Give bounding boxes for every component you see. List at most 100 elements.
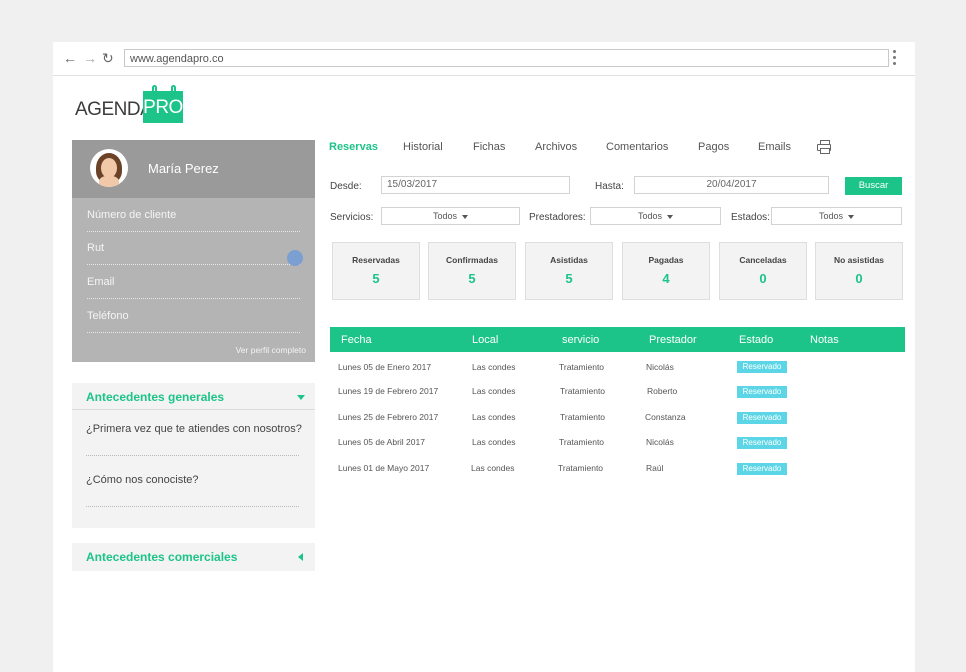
- cell-prestador: Nicolás: [646, 437, 674, 447]
- accordion-commercial-title[interactable]: Antecedentes comerciales: [86, 550, 237, 564]
- profile-header: María Perez: [72, 140, 315, 198]
- stat-value: 0: [855, 271, 863, 286]
- accordion-general-title[interactable]: Antecedentes generales: [86, 390, 224, 404]
- hasta-date-input[interactable]: 20/04/2017: [634, 176, 829, 194]
- cell-fecha: Lunes 01 de Mayo 2017: [338, 463, 430, 473]
- hasta-label: Hasta:: [595, 181, 624, 192]
- cell-local: Las condes: [472, 412, 516, 422]
- status-badge: Reservado: [737, 386, 787, 398]
- tab-historial[interactable]: Historial: [403, 141, 443, 153]
- stat-card-asistidas: Asistidas 5: [525, 242, 613, 300]
- stat-label: Reservadas: [352, 255, 400, 265]
- profile-field-rut: Rut: [87, 242, 300, 265]
- status-badge: Reservado: [737, 463, 787, 475]
- stat-label: Confirmadas: [446, 255, 498, 265]
- profile-details: Número de cliente Rut Email Teléfono Ver…: [72, 198, 315, 362]
- cell-fecha: Lunes 19 de Febrero 2017: [338, 386, 439, 396]
- reload-icon[interactable]: ↻: [102, 49, 114, 67]
- cell-servicio: Tratamiento: [559, 362, 605, 372]
- profile-field-client-number: Número de cliente: [87, 209, 300, 232]
- column-header-estado[interactable]: Estado: [739, 334, 773, 346]
- stat-card-confirmadas: Confirmadas 5: [428, 242, 516, 300]
- desde-date-input[interactable]: 15/03/2017: [381, 176, 570, 194]
- profile-field-phone: Teléfono: [87, 310, 300, 333]
- servicios-select[interactable]: Todos: [381, 207, 520, 225]
- tab-reservas[interactable]: Reservas: [329, 141, 378, 153]
- logo-text-pro: PRO: [143, 91, 183, 123]
- browser-toolbar: ← → ↻ www.agendapro.co: [53, 42, 915, 76]
- printer-icon[interactable]: [817, 140, 831, 154]
- tab-pagos[interactable]: Pagos: [698, 141, 729, 153]
- stat-card-pagadas: Pagadas 4: [622, 242, 710, 300]
- arrow-right-icon[interactable]: →: [83, 49, 97, 67]
- chevron-down-icon: [462, 214, 469, 219]
- chevron-left-icon[interactable]: [298, 553, 303, 561]
- tab-archivos[interactable]: Archivos: [535, 141, 577, 153]
- address-bar[interactable]: www.agendapro.co: [124, 49, 889, 67]
- cell-servicio: Tratamiento: [559, 437, 605, 447]
- tab-emails[interactable]: Emails: [758, 141, 791, 153]
- cell-prestador: Constanza: [645, 412, 686, 422]
- cell-local: Las condes: [472, 437, 516, 447]
- cell-servicio: Tratamiento: [560, 412, 606, 422]
- cell-prestador: Raúl: [646, 463, 664, 473]
- chevron-down-icon: [848, 214, 855, 219]
- cell-local: Las condes: [472, 362, 516, 372]
- stat-value: 5: [372, 271, 380, 286]
- cell-servicio: Tratamiento: [558, 463, 604, 473]
- chevron-down-icon: [667, 214, 674, 219]
- stat-value: 4: [662, 271, 670, 286]
- chevron-down-icon[interactable]: [297, 395, 305, 400]
- view-full-profile-link[interactable]: Ver perfil completo: [236, 345, 306, 355]
- cell-fecha: Lunes 25 de Febrero 2017: [338, 412, 439, 422]
- stat-value: 5: [468, 271, 476, 286]
- column-header-notas[interactable]: Notas: [810, 334, 839, 346]
- logo-text-agenda: AGENDA: [75, 99, 153, 120]
- status-badge: Reservado: [737, 437, 787, 449]
- prestadores-label: Prestadores:: [529, 212, 586, 223]
- cell-prestador: Roberto: [647, 386, 678, 396]
- stat-value: 0: [759, 271, 767, 286]
- stat-label: Pagadas: [648, 255, 684, 265]
- servicios-label: Servicios:: [330, 212, 374, 223]
- profile-field-email: Email: [87, 276, 300, 299]
- cell-prestador: Nicolás: [646, 362, 674, 372]
- estados-label: Estados:: [731, 212, 770, 223]
- stat-value: 5: [565, 271, 573, 286]
- column-header-servicio[interactable]: servicio: [562, 334, 599, 346]
- stat-label: No asistidas: [833, 255, 885, 265]
- table-header: Fecha Local servicio Prestador Estado No…: [330, 327, 905, 352]
- browser-menu-icon[interactable]: [893, 50, 897, 68]
- prestadores-select[interactable]: Todos: [590, 207, 721, 225]
- desde-label: Desde:: [330, 181, 362, 192]
- browser-window: ← → ↻ www.agendapro.co AGENDA PRO María …: [53, 42, 915, 672]
- search-button[interactable]: Buscar: [845, 177, 902, 195]
- answer-line[interactable]: [86, 455, 299, 456]
- stat-card-no-asistidas: No asistidas 0: [815, 242, 903, 300]
- stat-card-canceladas: Canceladas 0: [719, 242, 807, 300]
- profile-name: María Perez: [148, 161, 219, 176]
- cell-servicio: Tratamiento: [560, 386, 606, 396]
- arrow-left-icon[interactable]: ←: [63, 49, 77, 67]
- accordion-divider: [72, 409, 315, 410]
- answer-line[interactable]: [86, 506, 299, 507]
- stat-card-reservadas: Reservadas 5: [332, 242, 420, 300]
- status-badge: Reservado: [737, 412, 787, 424]
- cell-fecha: Lunes 05 de Abril 2017: [338, 437, 425, 447]
- column-header-local[interactable]: Local: [472, 334, 498, 346]
- stat-label: Asistidas: [550, 255, 588, 265]
- cell-fecha: Lunes 05 de Enero 2017: [338, 362, 432, 372]
- estados-select[interactable]: Todos: [771, 207, 902, 225]
- tab-fichas[interactable]: Fichas: [473, 141, 505, 153]
- column-header-fecha[interactable]: Fecha: [341, 334, 372, 346]
- status-badge: Reservado: [737, 361, 787, 373]
- profile-toggle-handle[interactable]: [287, 250, 303, 266]
- stat-label: Canceladas: [739, 255, 787, 265]
- avatar: [90, 149, 128, 187]
- cell-local: Las condes: [471, 463, 515, 473]
- cell-local: Las condes: [472, 386, 516, 396]
- question-how-found: ¿Cómo nos conociste?: [86, 474, 199, 486]
- tab-comentarios[interactable]: Comentarios: [606, 141, 668, 153]
- column-header-prestador[interactable]: Prestador: [649, 334, 697, 346]
- accordion-general: Antecedentes generales ¿Primera vez que …: [72, 383, 315, 528]
